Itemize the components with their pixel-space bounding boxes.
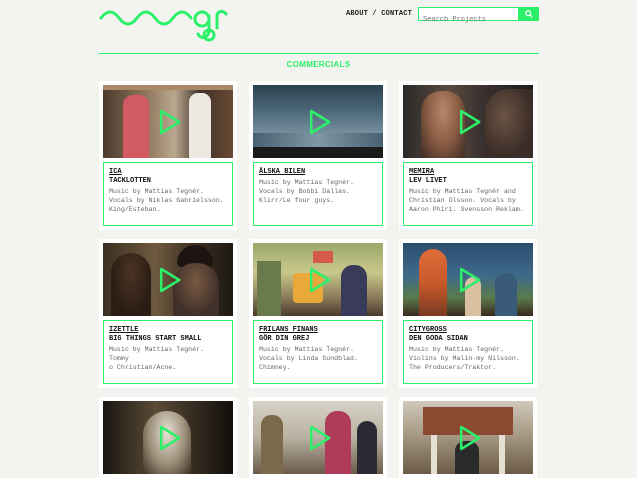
project-card: ÄLSKA BILEN Music by Mattias Tegnér. Voc… xyxy=(249,81,387,230)
search-input[interactable] xyxy=(419,14,518,26)
play-icon xyxy=(159,425,181,450)
play-icon xyxy=(459,425,481,450)
nav-contact-link[interactable]: CONTACT xyxy=(381,10,412,18)
play-icon xyxy=(159,109,181,134)
video-thumbnail[interactable] xyxy=(103,243,233,316)
search-box xyxy=(418,7,519,26)
video-thumbnail[interactable] xyxy=(403,401,533,474)
project-credits: Music by Mattias Tegnér. Vocals by Nikla… xyxy=(109,188,224,213)
project-client-link[interactable]: ÄLSKA BILEN xyxy=(259,168,377,177)
section-title: COMMERCIALS xyxy=(286,60,351,69)
video-thumbnail[interactable] xyxy=(103,401,233,474)
project-card xyxy=(399,397,537,478)
video-thumbnail[interactable] xyxy=(253,85,383,158)
project-card: ICA TACKLOTTEN Music by Mattias Tegnér. … xyxy=(99,81,237,230)
play-icon xyxy=(459,109,481,134)
project-info: MEMIRA LEV LIVET Music by Mattias Tegnér… xyxy=(403,162,533,226)
project-card xyxy=(249,397,387,478)
project-info: ÄLSKA BILEN Music by Mattias Tegnér. Voc… xyxy=(253,162,383,226)
nav-about-link[interactable]: ABOUT xyxy=(346,10,368,18)
search-icon xyxy=(525,10,533,18)
top-nav: ABOUT / CONTACT xyxy=(346,10,412,18)
video-thumbnail[interactable] xyxy=(403,243,533,316)
video-thumbnail[interactable] xyxy=(403,85,533,158)
project-info: CITYGROSS DEN GODA SIDAN Music by Mattia… xyxy=(403,320,533,384)
project-credits: Music by Mattias Tegnér. Vocals by Linda… xyxy=(259,346,358,371)
search-button[interactable] xyxy=(519,7,539,21)
project-client-link[interactable]: ICA xyxy=(109,168,227,177)
project-client-link[interactable]: FRILANS FINANS xyxy=(259,326,377,335)
project-credits: Music by Mattias Tegnér and Christian Ol… xyxy=(409,188,524,213)
project-card: FRILANS FINANS GÖR DIN GREJ Music by Mat… xyxy=(249,239,387,388)
project-client-link[interactable]: CITYGROSS xyxy=(409,326,527,335)
project-title: BIG THINGS START SMALL xyxy=(109,335,202,343)
play-icon xyxy=(309,425,331,450)
project-title: TACKLOTTEN xyxy=(109,177,152,185)
project-card: MEMIRA LEV LIVET Music by Mattias Tegnér… xyxy=(399,81,537,230)
project-credits: Music by Mattias Tegnér. Violins by Mali… xyxy=(409,346,520,371)
project-credits: Music by Mattias Tegnér. Tommy o Christi… xyxy=(109,346,204,371)
video-thumbnail[interactable] xyxy=(253,401,383,474)
play-icon xyxy=(309,267,331,292)
logo[interactable] xyxy=(99,6,241,46)
project-info: FRILANS FINANS GÖR DIN GREJ Music by Mat… xyxy=(253,320,383,384)
project-client-link[interactable]: IZETTLE xyxy=(109,326,227,335)
play-icon xyxy=(309,109,331,134)
project-title: DEN GODA SIDAN xyxy=(409,335,468,343)
project-info: ICA TACKLOTTEN Music by Mattias Tegnér. … xyxy=(103,162,233,226)
project-title: GÖR DIN GREJ xyxy=(259,335,310,343)
play-icon xyxy=(159,267,181,292)
header-divider xyxy=(99,53,539,54)
project-title: LEV LIVET xyxy=(409,177,447,185)
project-card: IZETTLE BIG THINGS START SMALL Music by … xyxy=(99,239,237,388)
video-thumbnail[interactable] xyxy=(103,85,233,158)
project-client-link[interactable]: MEMIRA xyxy=(409,168,527,177)
project-info: IZETTLE BIG THINGS START SMALL Music by … xyxy=(103,320,233,384)
project-card xyxy=(99,397,237,478)
nav-separator: / xyxy=(372,10,377,18)
project-credits: Music by Mattias Tegnér. Vocals by Bobbi… xyxy=(259,179,354,204)
video-thumbnail[interactable] xyxy=(253,243,383,316)
play-icon xyxy=(459,267,481,292)
project-card: CITYGROSS DEN GODA SIDAN Music by Mattia… xyxy=(399,239,537,388)
